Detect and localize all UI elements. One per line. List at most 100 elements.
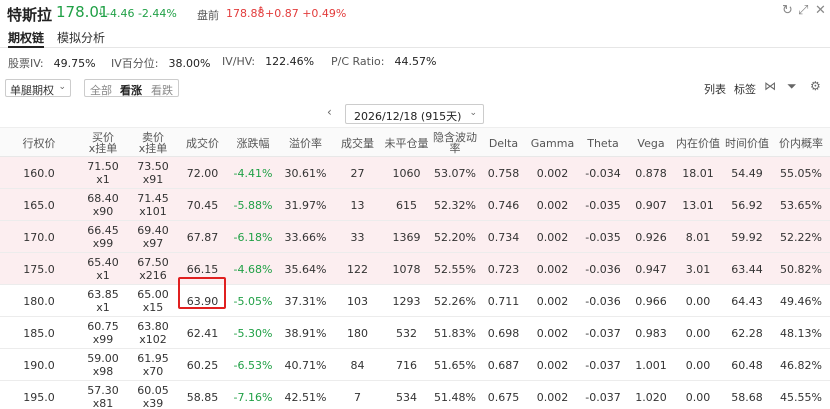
cell-last: 70.45 (186, 198, 219, 212)
stock-name: 特斯拉 (7, 6, 53, 24)
cell-volume: 180 (347, 326, 368, 340)
cell-last: 67.87 (186, 230, 219, 244)
cell-change: -5.30% (233, 326, 273, 340)
header-col-vega[interactable]: Vega (628, 128, 674, 158)
segment-puts[interactable]: 看跌 (146, 79, 179, 97)
bid-size: x1 (96, 269, 110, 282)
cell-iv: 51.83% (434, 326, 476, 340)
bid-price: 63.85 (87, 288, 119, 301)
cell-iv: 51.65% (434, 358, 476, 372)
tab-option-chain[interactable]: 期权链 (8, 29, 44, 46)
table-row[interactable]: 185.0 60.75 x99 63.80 x102 62.41 -5.30% 38.91% 1… (0, 317, 830, 349)
cell-vega: 1.001 (635, 358, 667, 372)
bid-price: 68.40 (87, 192, 119, 205)
tag-view-button[interactable]: 标签 (734, 81, 756, 97)
tab-simulation[interactable]: 模拟分析 (57, 29, 105, 46)
header-col-open-interest[interactable]: 未平仓量 (383, 128, 430, 158)
header-col-ask[interactable]: 卖价 x挂单 (128, 128, 178, 158)
header-col-theta[interactable]: Theta (578, 128, 628, 158)
list-view-button[interactable]: 列表 (704, 81, 726, 97)
ask-price: 61.95 (137, 352, 169, 365)
bid-size: x99 (92, 333, 114, 346)
cell-volume: 27 (350, 166, 365, 180)
cell-change: -5.05% (233, 294, 273, 308)
refresh-icon[interactable]: ↻ (782, 3, 793, 18)
table-row[interactable]: 195.0 57.30 x81 60.05 x39 58.85 -7.16% 42.51% 7 5… (0, 381, 830, 409)
cell-gamma: 0.002 (536, 262, 569, 276)
table-row[interactable]: 160.0 71.50 x1 73.50 x91 72.00 -4.41% 30.61% 27 1… (0, 157, 830, 189)
cell-theta: -0.035 (585, 230, 621, 244)
cell-open-interest: 1369 (392, 230, 421, 244)
cell-vega: 0.947 (635, 262, 667, 276)
chevron-left-icon[interactable]: ‹ (327, 105, 332, 119)
bid-size: x1 (96, 301, 110, 314)
cell-time-value: 64.43 (731, 294, 763, 308)
cell-iv: 52.55% (434, 262, 476, 276)
down-arrow-icon: ↓ (97, 8, 105, 18)
header-col-change[interactable]: 涨跌幅 (227, 128, 279, 158)
filter-icon[interactable]: ⏷ (787, 79, 797, 94)
cell-theta: -0.037 (585, 326, 621, 340)
header-col-delta[interactable]: Delta (480, 128, 527, 158)
table-row[interactable]: 180.0 63.85 x1 65.00 x15 63.90 -5.05% 37.31% 103… (0, 285, 830, 317)
cell-bid: 59.00 x98 (78, 349, 128, 381)
cell-iv: 52.26% (434, 294, 476, 308)
cell-ask: 69.40 x97 (128, 221, 178, 253)
cell-intrinsic: 0.00 (685, 358, 711, 372)
cell-premium: 30.61% (284, 166, 327, 180)
expand-icon[interactable]: ⤢ (798, 3, 808, 18)
gear-icon[interactable]: ⚙ (810, 79, 821, 93)
header-col-time-value[interactable]: 时间价值 (722, 128, 772, 158)
segment-all[interactable]: 全部 (84, 79, 118, 97)
cell-strike: 190.0 (23, 358, 55, 372)
header-col-volume[interactable]: 成交量 (332, 128, 383, 158)
cell-iv: 51.48% (434, 390, 476, 404)
cell-intrinsic: 8.01 (685, 230, 711, 244)
header-col-intrinsic[interactable]: 内在价值 (674, 128, 722, 158)
bid-size: x99 (92, 237, 114, 250)
cell-vega: 0.983 (635, 326, 667, 340)
table-row[interactable]: 165.0 68.40 x90 71.45 x101 70.45 -5.88% 31.97% 1… (0, 189, 830, 221)
cell-itm-prob: 49.46% (780, 294, 822, 308)
ask-size: x39 (142, 397, 164, 409)
ask-price: 65.00 (137, 288, 169, 301)
cell-gamma: 0.002 (536, 230, 569, 244)
cell-itm-prob: 55.05% (780, 166, 822, 180)
segment-calls[interactable]: 看涨 (115, 79, 148, 97)
cell-last: 60.25 (186, 358, 219, 372)
header-col-gamma[interactable]: Gamma (527, 128, 578, 158)
cell-iv: 52.20% (434, 230, 476, 244)
cell-bid: 57.30 x81 (78, 381, 128, 409)
cell-volume: 13 (350, 198, 365, 212)
table-row[interactable]: 175.0 65.40 x1 67.50 x216 66.15 -4.68% 35.64% 12… (0, 253, 830, 285)
close-icon[interactable]: ✕ (815, 3, 826, 18)
header-col-last[interactable]: 成交价 (178, 128, 227, 158)
ask-size: x216 (139, 269, 167, 282)
table-row[interactable]: 190.0 59.00 x98 61.95 x70 60.25 -6.53% 40.71% 84… (0, 349, 830, 381)
cell-ask: 63.80 x102 (128, 317, 178, 349)
cell-time-value: 56.92 (731, 198, 763, 212)
cell-theta: -0.037 (585, 358, 621, 372)
cell-open-interest: 1060 (392, 166, 421, 180)
header-col-premium[interactable]: 溢价率 (279, 128, 332, 158)
cell-vega: 1.020 (635, 390, 667, 404)
cell-last: 62.41 (186, 326, 219, 340)
cell-gamma: 0.002 (536, 390, 569, 404)
expiry-select[interactable]: 2026/12/18 (915天) ⌄ (345, 104, 484, 124)
cell-change: -6.18% (233, 230, 273, 244)
split-view-icon[interactable]: ⋈ (764, 79, 776, 93)
header-col-iv[interactable]: 隐含波动率 (430, 128, 480, 158)
header-col-itm-prob[interactable]: 价内概率 (772, 128, 830, 158)
cell-delta: 0.698 (487, 326, 520, 340)
option-type-select[interactable]: 单腿期权 ⌄ (5, 79, 71, 97)
cell-delta: 0.723 (487, 262, 520, 276)
header-col-bid[interactable]: 买价 x挂单 (78, 128, 128, 158)
cell-itm-prob: 45.55% (780, 390, 822, 404)
chevron-down-icon: ⌄ (469, 108, 477, 118)
cell-volume: 103 (347, 294, 368, 308)
header-col-strike[interactable]: 行权价 (0, 128, 78, 158)
up-arrow-icon: ↑ (257, 6, 265, 16)
table-row[interactable]: 170.0 66.45 x99 69.40 x97 67.87 -6.18% 33.66% 33… (0, 221, 830, 253)
cell-open-interest: 716 (396, 358, 417, 372)
table-header: 行权价 买价 x挂单 卖价 x挂单 成交价 涨跌幅 溢价率 成交量 未平仓量 隐含波动率 Delt… (0, 127, 830, 157)
